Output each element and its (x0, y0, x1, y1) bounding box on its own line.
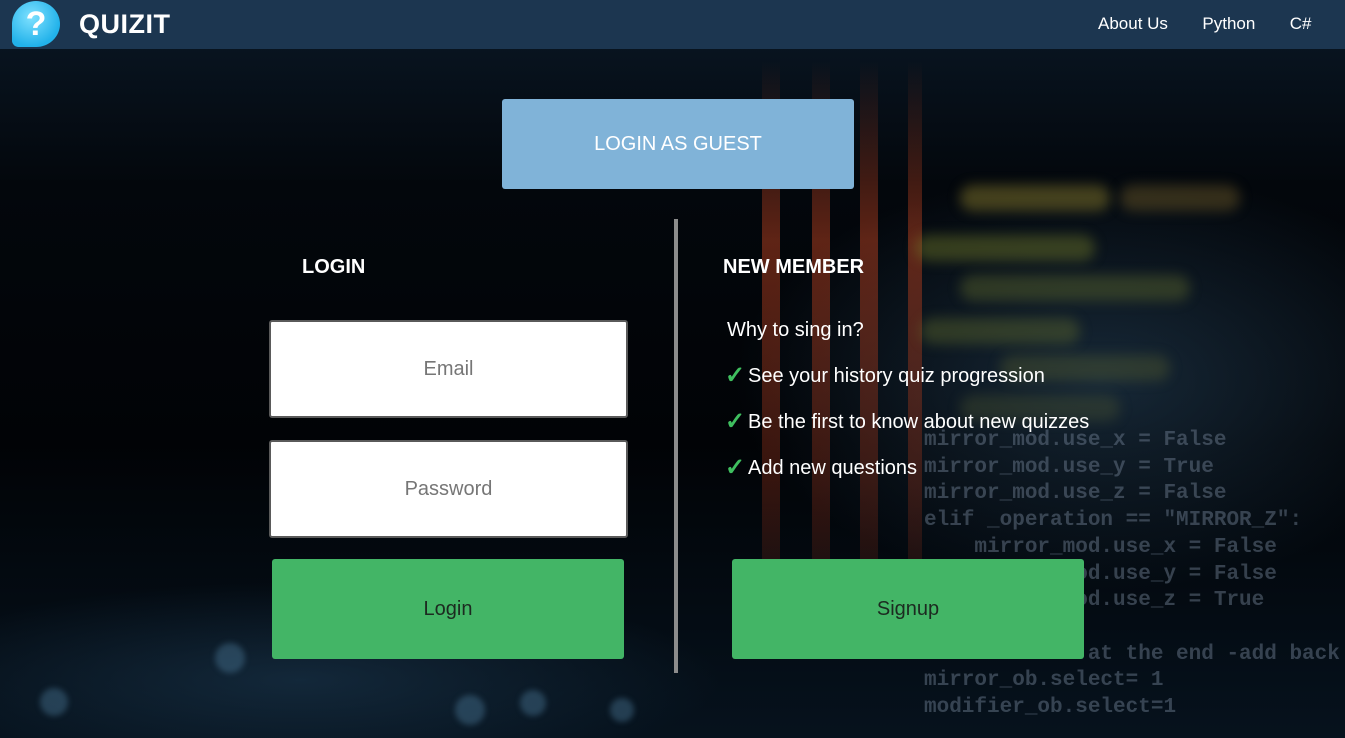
background-blur (960, 185, 1110, 211)
benefit-item: ✓ Be the first to know about new quizzes (725, 410, 1089, 434)
background-blur (1120, 185, 1240, 211)
signup-button[interactable]: Signup (732, 559, 1084, 659)
main-nav: About Us Python C# JS (1098, 14, 1345, 34)
email-field[interactable] (269, 320, 628, 418)
benefit-item: ✓ Add new questions (725, 456, 917, 480)
signup-question: Why to sing in? (727, 319, 864, 341)
background-blur (920, 318, 1080, 344)
background-blur (915, 235, 1095, 261)
background-blur (520, 690, 546, 716)
question-mark-logo-icon[interactable]: ? (12, 1, 60, 47)
brand-name[interactable]: QUIZIT (79, 9, 171, 39)
benefit-text: See your history quiz progression (748, 365, 1045, 387)
password-field[interactable] (269, 440, 628, 538)
nav-link-about-us[interactable]: About Us (1098, 14, 1168, 34)
vertical-divider (674, 219, 678, 673)
background-blur (960, 275, 1190, 301)
nav-link-csharp[interactable]: C# (1290, 14, 1312, 34)
top-navigation-bar: ? QUIZIT About Us Python C# JS (0, 0, 1345, 49)
benefit-text: Add new questions (748, 457, 918, 479)
checkmark-icon: ✓ (725, 454, 746, 481)
background-blur (215, 643, 245, 673)
page: mirror_mod.use_x = False mirror_mod.use_… (0, 0, 1345, 738)
nav-link-python[interactable]: Python (1202, 14, 1255, 34)
background-blur (40, 688, 68, 716)
benefit-text: Be the first to know about new quizzes (748, 411, 1090, 433)
background-blur (610, 698, 634, 722)
checkmark-icon: ✓ (725, 362, 746, 389)
background-blur (455, 695, 485, 725)
new-member-heading: NEW MEMBER (723, 256, 865, 278)
login-button[interactable]: Login (272, 559, 624, 659)
login-as-guest-button[interactable]: LOGIN AS GUEST (502, 99, 854, 189)
benefit-item: ✓ See your history quiz progression (725, 364, 1045, 388)
checkmark-icon: ✓ (725, 408, 746, 435)
login-heading: LOGIN (302, 256, 366, 278)
